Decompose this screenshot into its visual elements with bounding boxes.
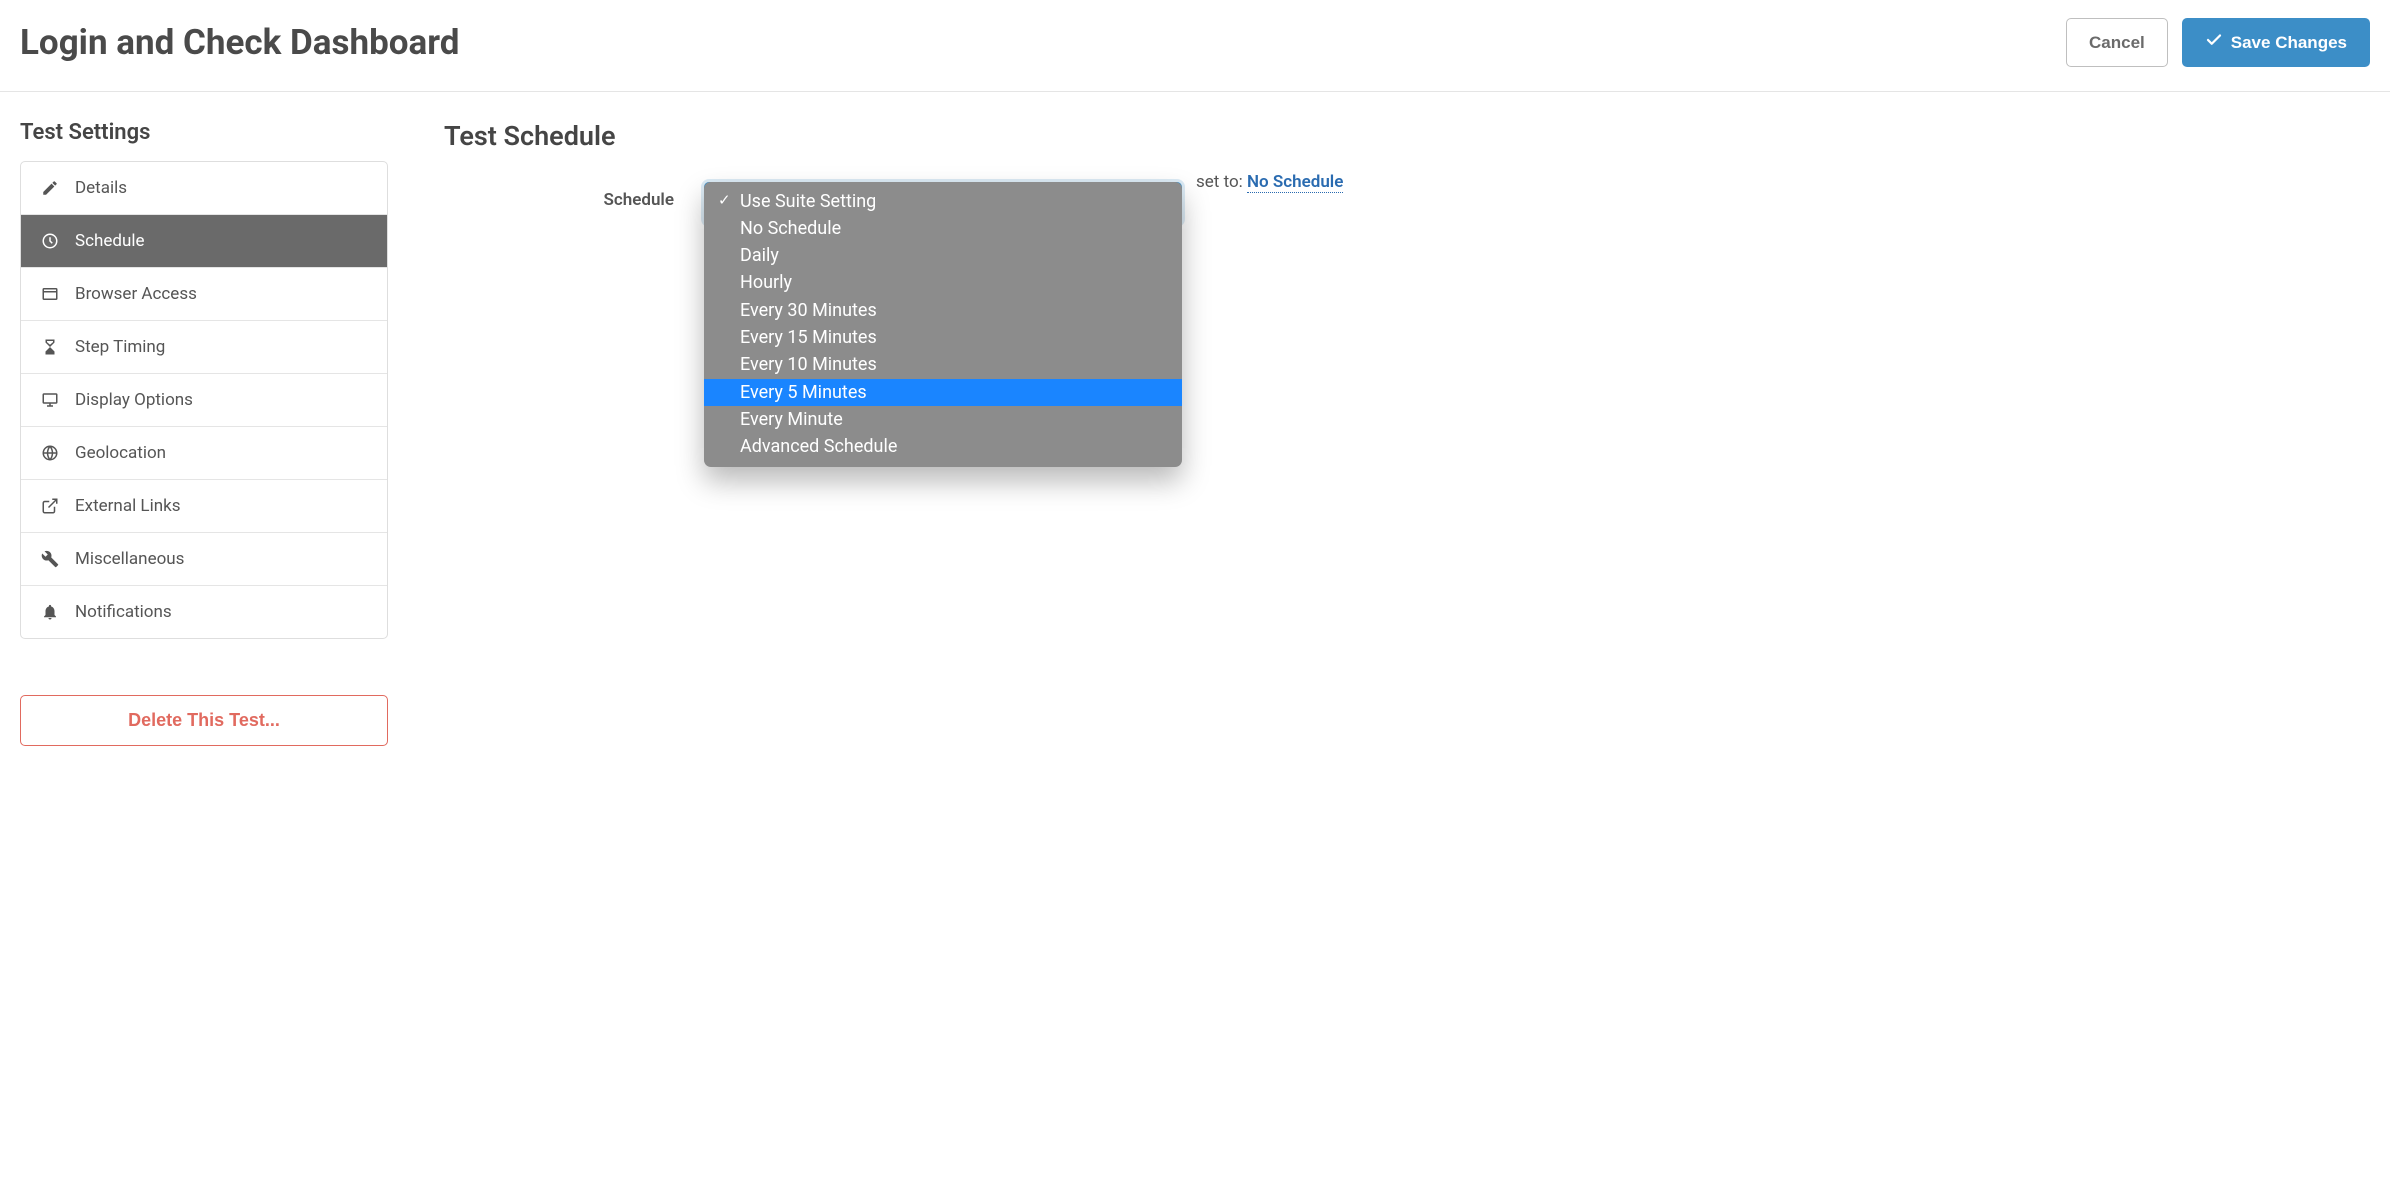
check-icon bbox=[2205, 31, 2223, 54]
header: Login and Check Dashboard Cancel Save Ch… bbox=[0, 0, 2390, 92]
wrench-icon bbox=[41, 550, 59, 568]
clock-icon bbox=[41, 232, 59, 250]
sidebar-item-miscellaneous[interactable]: Miscellaneous bbox=[21, 532, 387, 585]
sidebar-item-label: Step Timing bbox=[75, 337, 165, 357]
sidebar-item-label: Display Options bbox=[75, 390, 193, 410]
info-prefix: set to: bbox=[1196, 172, 1243, 192]
schedule-control: Use Suite SettingNo ScheduleDailyHourlyE… bbox=[704, 182, 2370, 224]
dropdown-option-advanced-schedule[interactable]: Advanced Schedule bbox=[704, 434, 1182, 461]
schedule-row: Schedule Use Suite SettingNo ScheduleDai… bbox=[444, 182, 2370, 224]
sidebar-item-label: Miscellaneous bbox=[75, 549, 184, 569]
main: Test Schedule Schedule Use Suite Setting… bbox=[444, 120, 2370, 746]
sidebar-item-external-links[interactable]: External Links bbox=[21, 479, 387, 532]
save-button-label: Save Changes bbox=[2231, 33, 2347, 53]
monitor-icon bbox=[41, 391, 59, 409]
delete-test-button[interactable]: Delete This Test... bbox=[20, 695, 388, 746]
sidebar-item-label: Browser Access bbox=[75, 284, 197, 304]
sidebar-item-label: Geolocation bbox=[75, 443, 166, 463]
schedule-label: Schedule bbox=[444, 182, 674, 210]
header-actions: Cancel Save Changes bbox=[2066, 18, 2370, 67]
sidebar-item-details[interactable]: Details bbox=[21, 162, 387, 214]
sidebar-item-notifications[interactable]: Notifications bbox=[21, 585, 387, 638]
pencil-icon bbox=[41, 179, 59, 197]
schedule-dropdown-menu: Use Suite SettingNo ScheduleDailyHourlyE… bbox=[704, 182, 1182, 467]
sidebar: Test Settings Details Schedule Browser Acc… bbox=[20, 120, 388, 746]
dropdown-option-no-schedule[interactable]: No Schedule bbox=[704, 215, 1182, 242]
sidebar-item-label: Notifications bbox=[75, 602, 172, 622]
content: Test Settings Details Schedule Browser Acc… bbox=[0, 92, 2390, 774]
sidebar-item-schedule[interactable]: Schedule bbox=[21, 214, 387, 267]
dropdown-option-every-15-minutes[interactable]: Every 15 Minutes bbox=[704, 324, 1182, 351]
dropdown-option-every-5-minutes[interactable]: Every 5 Minutes bbox=[704, 379, 1182, 406]
sidebar-item-display-options[interactable]: Display Options bbox=[21, 373, 387, 426]
suite-setting-info: set to: No Schedule bbox=[1196, 172, 1343, 192]
sidebar-item-step-timing[interactable]: Step Timing bbox=[21, 320, 387, 373]
main-title: Test Schedule bbox=[444, 120, 2370, 152]
sidebar-item-geolocation[interactable]: Geolocation bbox=[21, 426, 387, 479]
dropdown-option-daily[interactable]: Daily bbox=[704, 243, 1182, 270]
dropdown-option-use-suite-setting[interactable]: Use Suite Setting bbox=[704, 188, 1182, 215]
sidebar-item-label: External Links bbox=[75, 496, 181, 516]
globe-icon bbox=[41, 444, 59, 462]
window-icon bbox=[41, 285, 59, 303]
bell-icon bbox=[41, 603, 59, 621]
sidebar-item-label: Schedule bbox=[75, 231, 144, 251]
suite-schedule-link[interactable]: No Schedule bbox=[1247, 172, 1343, 193]
dropdown-option-hourly[interactable]: Hourly bbox=[704, 270, 1182, 297]
sidebar-item-browser-access[interactable]: Browser Access bbox=[21, 267, 387, 320]
dropdown-option-every-30-minutes[interactable]: Every 30 Minutes bbox=[704, 297, 1182, 324]
sidebar-title: Test Settings bbox=[20, 120, 388, 145]
sidebar-item-label: Details bbox=[75, 178, 127, 198]
dropdown-option-every-minute[interactable]: Every Minute bbox=[704, 406, 1182, 433]
external-icon bbox=[41, 497, 59, 515]
delete-test-label: Delete This Test... bbox=[128, 710, 280, 730]
nav-list: Details Schedule Browser Access Step Timing… bbox=[20, 161, 388, 639]
cancel-button-label: Cancel bbox=[2089, 33, 2145, 53]
page-title: Login and Check Dashboard bbox=[20, 22, 459, 63]
save-button[interactable]: Save Changes bbox=[2182, 18, 2370, 67]
dropdown-option-every-10-minutes[interactable]: Every 10 Minutes bbox=[704, 352, 1182, 379]
hourglass-icon bbox=[41, 338, 59, 356]
cancel-button[interactable]: Cancel bbox=[2066, 18, 2168, 67]
